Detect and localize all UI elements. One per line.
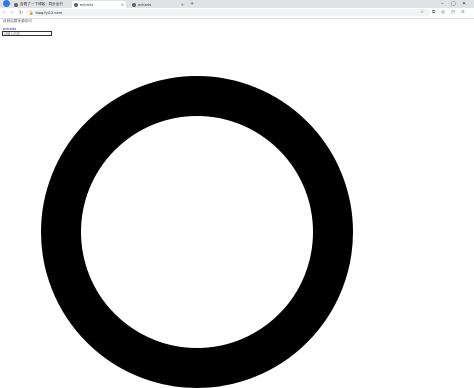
tab-3[interactable]: echarts ✕ — [130, 1, 186, 8]
tab-2[interactable]: echarts ✕ — [72, 1, 126, 8]
profile-icon[interactable]: ◎ — [441, 8, 445, 18]
tab-1[interactable]: 查看了一下博客 · 同步出行 ✕ — [12, 1, 64, 8]
tab-favicon — [14, 2, 18, 7]
reload-icon[interactable]: ↻ — [19, 8, 23, 18]
plus-icon[interactable]: + — [190, 1, 194, 7]
tab-title: 查看了一下博客 · 同步出行 — [20, 2, 63, 6]
address-bar[interactable]: 🔒 blog.fyj12.com — [26, 9, 430, 16]
star-icon[interactable]: ☆ — [420, 8, 424, 18]
tab-favicon — [132, 2, 136, 7]
text-input[interactable] — [2, 31, 52, 36]
close-icon[interactable]: ✕ — [181, 3, 186, 7]
tab-title: echarts — [138, 2, 152, 7]
back-icon[interactable]: ‹ — [3, 8, 5, 18]
tab-title: echarts — [80, 2, 94, 7]
browser-logo — [3, 0, 10, 7]
maximize-icon[interactable]: ▢ — [451, 0, 456, 8]
close-icon[interactable]: ✕ — [121, 3, 126, 7]
window-close-icon[interactable]: ✕ — [462, 0, 466, 8]
intro-text: 页码加载来源访问 — [3, 19, 32, 23]
lock-icon: 🔒 — [29, 10, 34, 15]
minimize-icon[interactable]: – — [441, 0, 444, 8]
history-icon[interactable]: ◷ — [451, 8, 455, 18]
black-ring-graphic — [41, 76, 353, 388]
menu-icon[interactable]: ≡ — [461, 8, 465, 18]
tab-favicon — [74, 2, 78, 7]
forward-icon[interactable]: › — [11, 8, 13, 18]
address-url: blog.fyj12.com — [35, 10, 63, 15]
extensions-icon[interactable]: ⧉ — [432, 8, 435, 18]
